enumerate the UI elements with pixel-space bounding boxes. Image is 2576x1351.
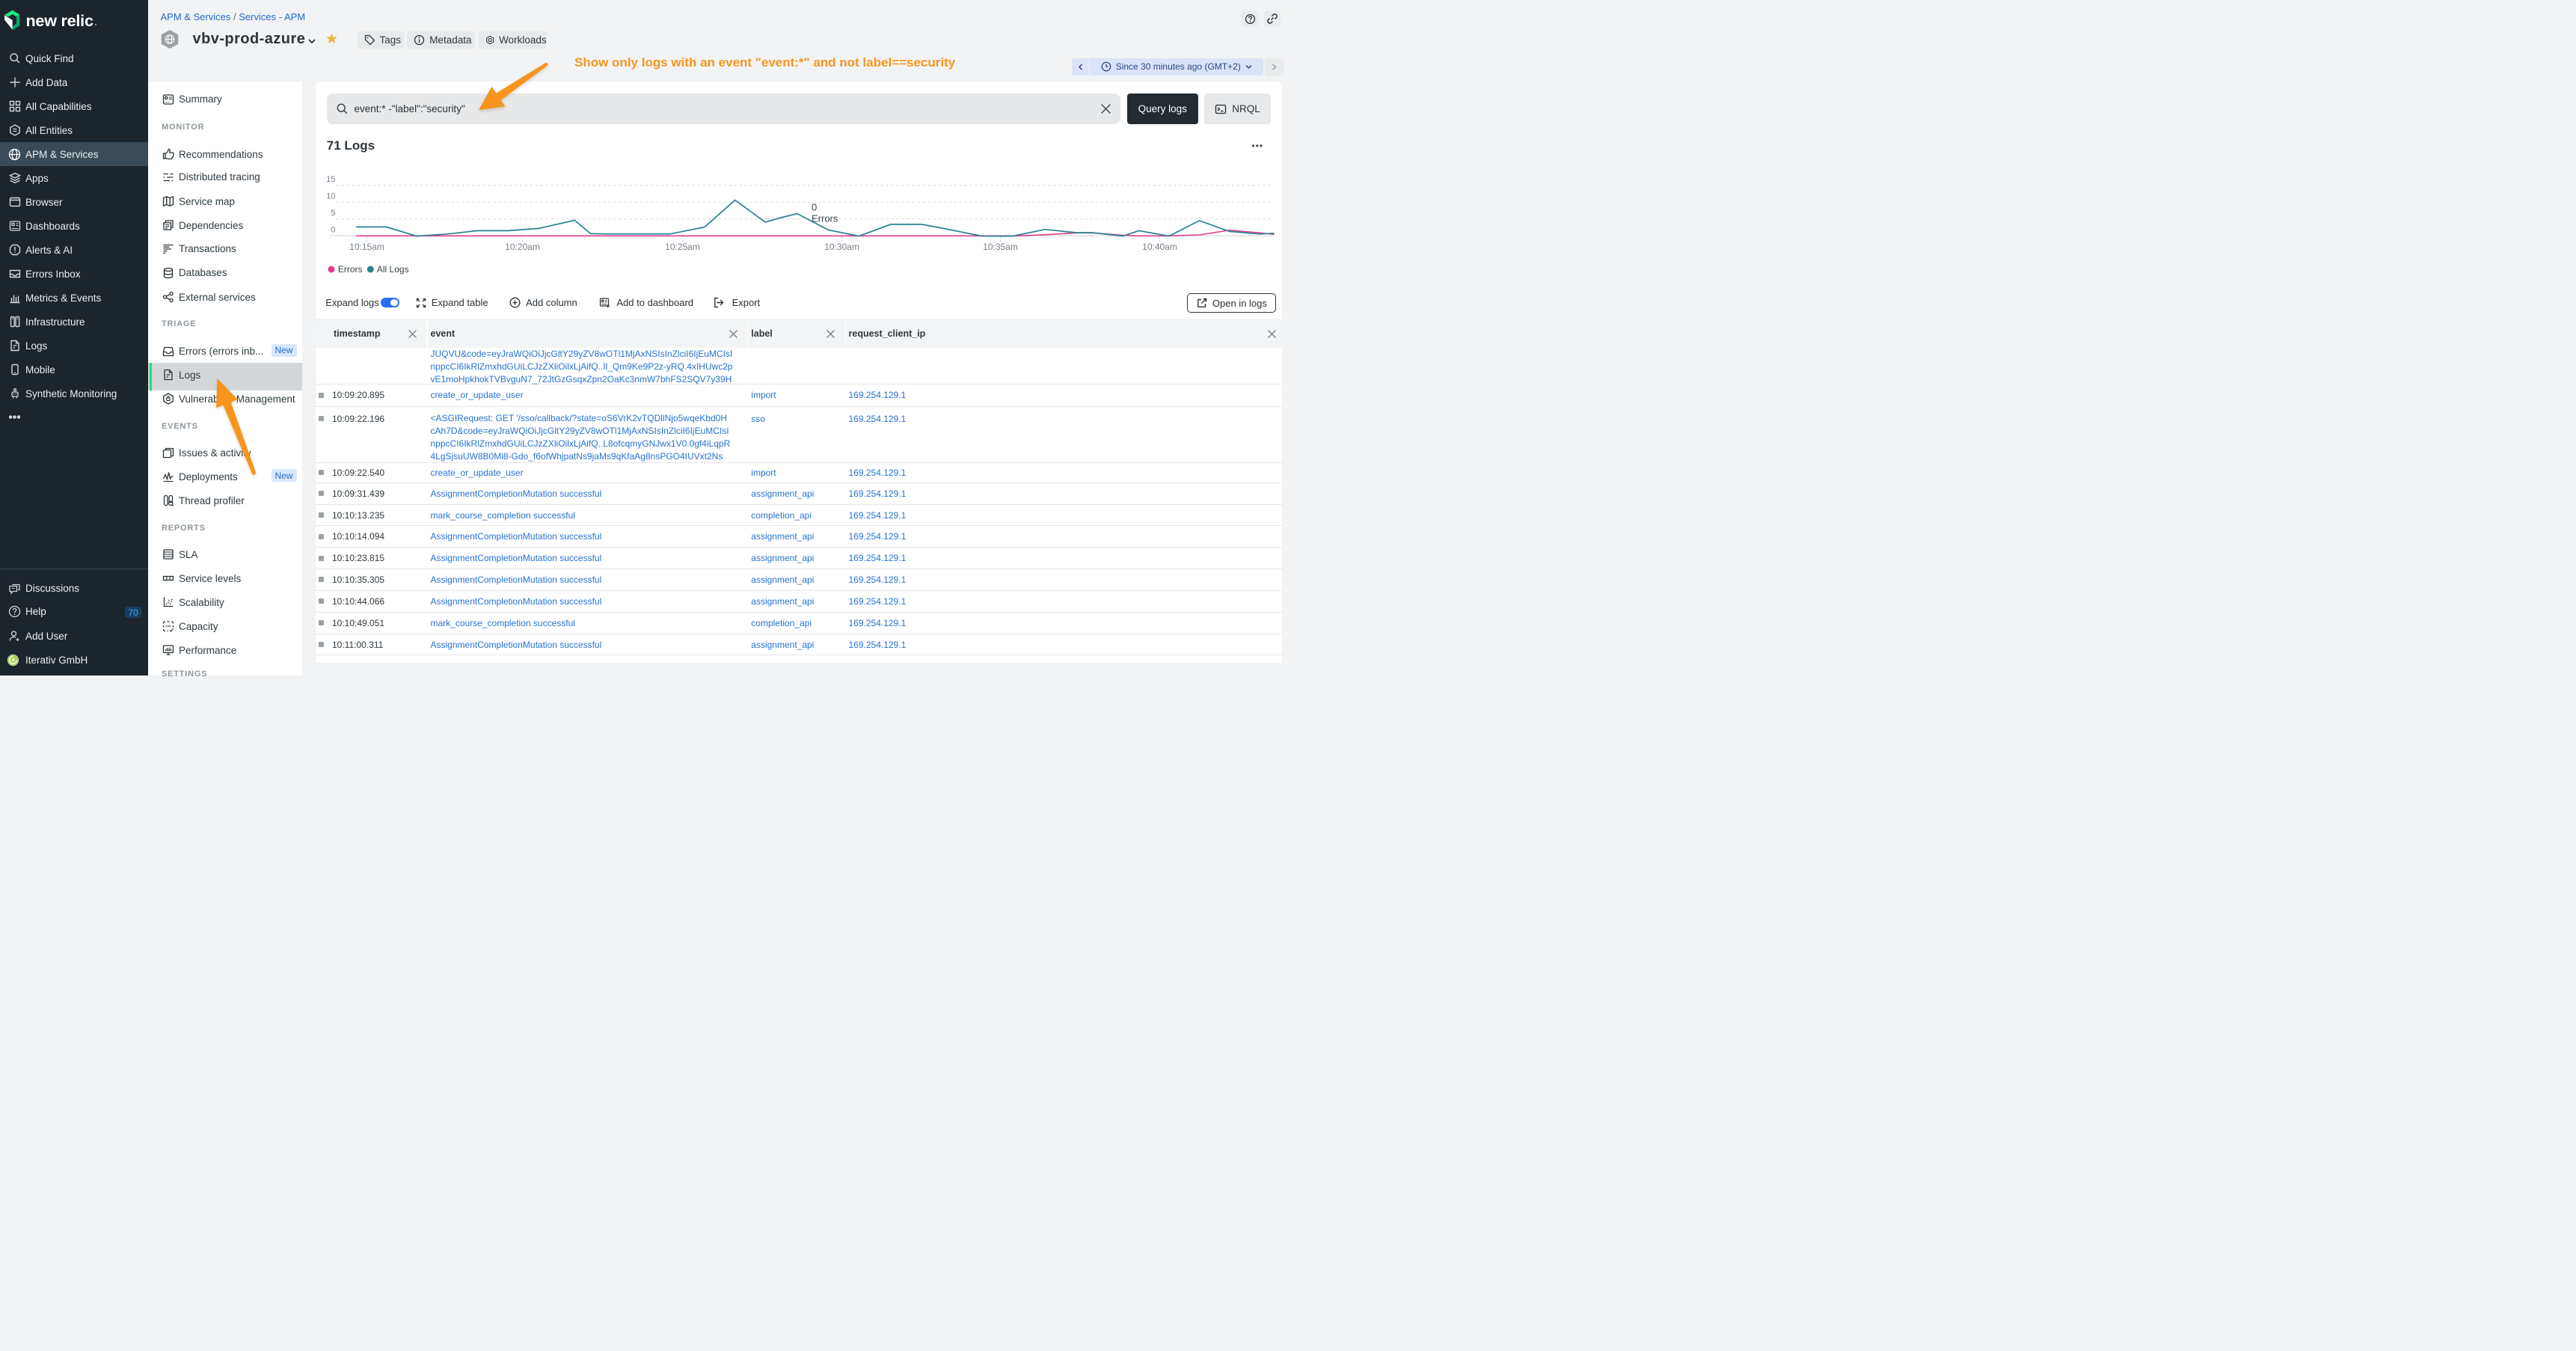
svg-text:0: 0 (812, 202, 817, 213)
svg-text:10: 10 (326, 192, 335, 201)
svg-text:Errors: Errors (812, 213, 838, 224)
svg-text:10:35am: 10:35am (983, 242, 1018, 252)
svg-text:Errors: Errors (337, 264, 362, 275)
svg-text:10:15am: 10:15am (349, 242, 384, 252)
svg-text:15: 15 (326, 175, 335, 184)
svg-text:10:40am: 10:40am (1142, 242, 1177, 252)
svg-text:5: 5 (331, 209, 335, 218)
svg-text:0: 0 (331, 225, 335, 234)
svg-text:10:20am: 10:20am (505, 242, 540, 252)
svg-text:10:30am: 10:30am (824, 242, 859, 252)
svg-text:new relic: new relic (25, 12, 93, 30)
svg-text:All Logs: All Logs (376, 264, 408, 275)
svg-text:10:25am: 10:25am (665, 242, 700, 252)
